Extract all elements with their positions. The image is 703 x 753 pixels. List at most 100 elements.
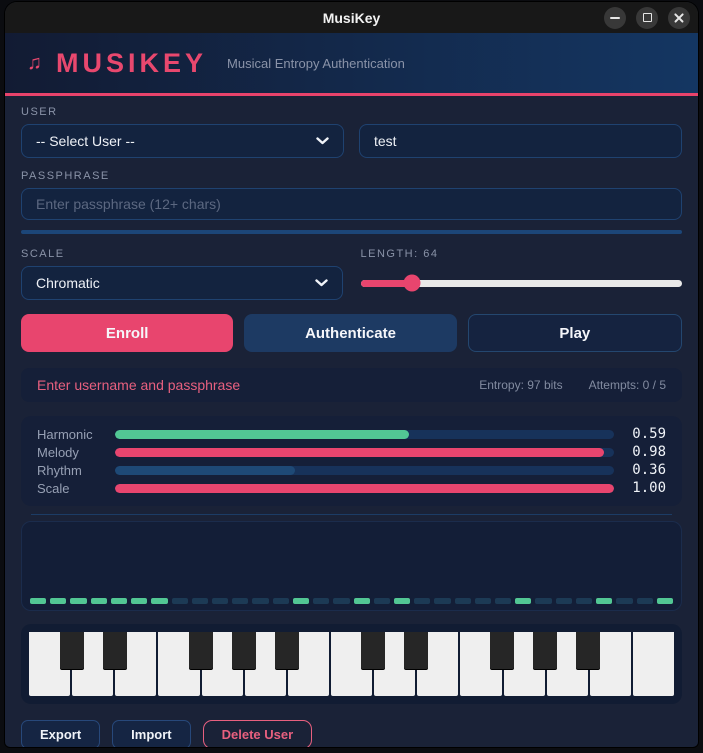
import-button[interactable]: Import <box>112 720 190 747</box>
metric-bar-fill <box>115 430 409 439</box>
footer: Export Import Delete User <box>21 720 682 747</box>
metrics-panel: Harmonic 0.59 Melody 0.98 Rhythm 0.36 Scale 1.0… <box>21 416 682 506</box>
metric-bar-fill <box>115 448 604 457</box>
slider-thumb[interactable] <box>403 275 420 292</box>
minimize-icon <box>610 17 620 19</box>
metric-row: Rhythm 0.36 <box>37 461 666 479</box>
sequence-bar-inactive <box>333 598 349 604</box>
metric-value: 0.59 <box>614 426 666 442</box>
window-title: MusiKey <box>323 10 381 26</box>
sequence-bar-active <box>657 598 673 604</box>
black-key[interactable] <box>533 632 558 669</box>
minimize-button[interactable] <box>604 7 626 29</box>
sequence-bar-inactive <box>616 598 632 604</box>
black-key[interactable] <box>60 632 85 669</box>
sequence-bar-inactive <box>434 598 450 604</box>
app-subtitle: Musical Entropy Authentication <box>227 56 405 71</box>
metric-bar-track <box>115 448 614 457</box>
play-button[interactable]: Play <box>468 314 682 352</box>
black-key[interactable] <box>189 632 214 669</box>
scale-select[interactable]: Chromatic <box>21 266 343 300</box>
user-label: USER <box>21 106 682 118</box>
close-button[interactable] <box>668 7 690 29</box>
black-key[interactable] <box>490 632 515 669</box>
sequence-bar-inactive <box>495 598 511 604</box>
enroll-button[interactable]: Enroll <box>21 314 233 352</box>
status-panel: Enter username and passphrase Entropy: 9… <box>21 368 682 402</box>
sequence-bar-inactive <box>556 598 572 604</box>
chevron-down-icon <box>316 137 329 145</box>
metric-label: Melody <box>37 445 115 460</box>
maximize-button[interactable] <box>636 7 658 29</box>
metric-bar-track <box>115 484 614 493</box>
metric-bar-track <box>115 430 614 439</box>
sequence-bars <box>30 598 673 604</box>
black-key[interactable] <box>275 632 300 669</box>
black-key[interactable] <box>576 632 601 669</box>
window-controls <box>604 2 690 33</box>
app-header: ♫ MUSIKEY Musical Entropy Authentication <box>5 33 698 96</box>
white-key[interactable] <box>633 632 674 696</box>
metric-value: 0.98 <box>614 444 666 460</box>
black-key[interactable] <box>404 632 429 669</box>
sequence-bar-active <box>151 598 167 604</box>
sequence-bar-inactive <box>576 598 592 604</box>
passphrase-label: PASSPHRASE <box>21 170 682 182</box>
passphrase-input[interactable] <box>21 188 682 220</box>
sequence-bar-inactive <box>637 598 653 604</box>
length-label: LENGTH: 64 <box>361 248 683 260</box>
titlebar: MusiKey <box>5 2 698 33</box>
length-slider[interactable] <box>361 266 683 300</box>
sequence-bar-inactive <box>212 598 228 604</box>
user-select-value: -- Select User -- <box>36 133 135 149</box>
scale-select-value: Chromatic <box>36 275 100 291</box>
entropy-stat: Entropy: 97 bits <box>479 378 562 392</box>
sequence-bar-active <box>596 598 612 604</box>
username-input[interactable] <box>359 124 682 158</box>
scale-label: SCALE <box>21 248 343 260</box>
metric-value: 1.00 <box>614 480 666 496</box>
metric-row: Harmonic 0.59 <box>37 425 666 443</box>
sequence-bar-active <box>515 598 531 604</box>
close-icon <box>673 12 685 24</box>
sequence-bar-inactive <box>313 598 329 604</box>
passphrase-strength-bar <box>21 230 682 234</box>
piano-keyboard[interactable] <box>29 632 674 696</box>
metric-label: Rhythm <box>37 463 115 478</box>
status-message: Enter username and passphrase <box>37 377 240 393</box>
metric-bar-fill <box>115 484 614 493</box>
sequence-bar-active <box>91 598 107 604</box>
slider-track[interactable] <box>361 280 683 287</box>
main-content: USER -- Select User -- PASSPHRASE SCALE … <box>5 96 698 747</box>
sequence-bar-active <box>111 598 127 604</box>
sequence-bar-inactive <box>535 598 551 604</box>
sequence-bar-inactive <box>455 598 471 604</box>
sequence-bar-active <box>293 598 309 604</box>
maximize-icon <box>643 13 652 22</box>
sequence-visualization <box>21 521 682 611</box>
authenticate-button[interactable]: Authenticate <box>244 314 456 352</box>
black-key[interactable] <box>232 632 257 669</box>
piano-panel <box>21 624 682 704</box>
sequence-bar-inactive <box>192 598 208 604</box>
sequence-bar-active <box>50 598 66 604</box>
black-key[interactable] <box>103 632 128 669</box>
chevron-down-icon <box>315 279 328 287</box>
metric-label: Harmonic <box>37 427 115 442</box>
attempts-stat: Attempts: 0 / 5 <box>589 378 666 392</box>
metric-row: Scale 1.00 <box>37 479 666 497</box>
metric-label: Scale <box>37 481 115 496</box>
delete-user-button[interactable]: Delete User <box>203 720 313 747</box>
sequence-bar-active <box>354 598 370 604</box>
metric-value: 0.36 <box>614 462 666 478</box>
sequence-bar-inactive <box>374 598 390 604</box>
export-button[interactable]: Export <box>21 720 100 747</box>
music-note-icon: ♫ <box>27 52 42 75</box>
app-brand: MUSIKEY <box>56 48 207 79</box>
app-window: MusiKey ♫ MUSIKEY Musical Entropy Authen… <box>5 2 698 747</box>
sequence-bar-active <box>70 598 86 604</box>
user-select[interactable]: -- Select User -- <box>21 124 344 158</box>
black-key[interactable] <box>361 632 386 669</box>
sequence-bar-inactive <box>475 598 491 604</box>
sequence-bar-inactive <box>414 598 430 604</box>
